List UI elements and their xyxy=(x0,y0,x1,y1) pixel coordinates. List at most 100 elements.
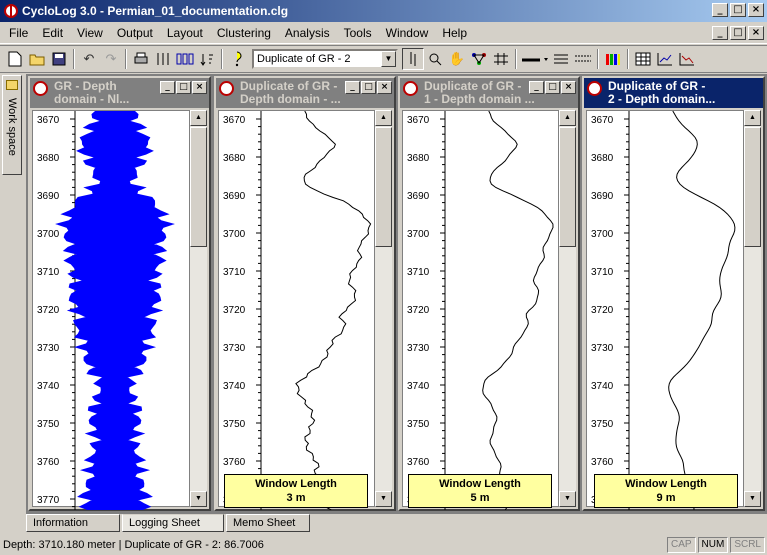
menu-output[interactable]: Output xyxy=(110,26,160,40)
tab-information[interactable]: Information xyxy=(26,514,120,532)
grid-tool-icon[interactable] xyxy=(490,48,512,70)
depth-tick-label: 3700 xyxy=(223,229,246,240)
toolbar-separator xyxy=(125,49,127,69)
line-style-icon[interactable] xyxy=(520,48,550,70)
scroll-down-button[interactable]: ▼ xyxy=(744,491,761,507)
window-titlebar[interactable]: GR - Depth domain - Nl... _ □ × xyxy=(30,78,209,108)
chart-down-icon[interactable] xyxy=(676,48,698,70)
app-icon[interactable] xyxy=(4,4,18,18)
menu-tools[interactable]: Tools xyxy=(337,26,379,40)
window-titlebar[interactable]: Duplicate of GR - Depth domain - ... _ □… xyxy=(216,78,394,108)
dash-style-icon[interactable] xyxy=(572,48,594,70)
pan-icon[interactable]: ✋ xyxy=(446,48,468,70)
log-window-dup-gr[interactable]: Duplicate of GR - Depth domain - ... _ □… xyxy=(214,76,396,511)
new-file-icon[interactable] xyxy=(4,48,26,70)
vertical-scrollbar[interactable]: ▲ ▼ xyxy=(190,110,207,507)
log-window-dup-gr-1[interactable]: Duplicate of GR - 1 - Depth domain ... _… xyxy=(398,76,580,511)
network-icon[interactable] xyxy=(468,48,490,70)
window-title-line2: 2 - Depth domain... xyxy=(608,92,716,106)
window-minimize-button[interactable]: _ xyxy=(160,81,175,94)
window-close-button[interactable]: × xyxy=(377,81,392,94)
chevron-down-icon[interactable]: ▼ xyxy=(381,51,396,67)
mdi-restore-button[interactable]: □ xyxy=(730,26,746,40)
depth-tick-label: 3700 xyxy=(407,229,430,240)
window-title-line2: Depth domain - ... xyxy=(240,92,341,106)
window-length-value: 5 m xyxy=(470,492,490,504)
depth-tick-label: 3670 xyxy=(407,115,430,126)
line-weight-icon[interactable] xyxy=(550,48,572,70)
window-titlebar[interactable]: Duplicate of GR - 1 - Depth domain ... _… xyxy=(400,78,578,108)
vertical-scrollbar[interactable]: ▲ ▼ xyxy=(559,110,576,507)
undo-icon[interactable]: ↶ xyxy=(78,48,100,70)
log-track[interactable]: 3670 3680 3690 3700 3710 3720 3730 3740 3750 3760… xyxy=(402,110,559,510)
table-icon[interactable] xyxy=(632,48,654,70)
sort-icon[interactable] xyxy=(196,48,218,70)
menu-clustering[interactable]: Clustering xyxy=(210,26,278,40)
log-track[interactable]: 3670 3680 3690 3700 3710 3720 3730 3740 3750 3760… xyxy=(586,110,744,510)
scroll-down-button[interactable]: ▼ xyxy=(559,491,576,507)
menu-help[interactable]: Help xyxy=(435,26,474,40)
status-bar: Depth: 3710.180 meter | Duplicate of GR … xyxy=(0,535,767,555)
depth-tick-label: 3680 xyxy=(223,153,246,164)
vertical-scrollbar[interactable]: ▲ ▼ xyxy=(744,110,761,507)
window-maximize-button[interactable]: □ xyxy=(545,81,560,94)
gr-fill-shape xyxy=(55,111,175,510)
scroll-up-button[interactable]: ▲ xyxy=(744,110,761,126)
scroll-thumb[interactable] xyxy=(375,127,392,247)
log-track[interactable]: 3670 3680 3690 3700 3710 3720 3730 3740 3750 3760… xyxy=(32,110,190,510)
mdi-minimize-button[interactable]: _ xyxy=(712,26,728,40)
redo-icon[interactable]: ↷ xyxy=(100,48,122,70)
scroll-down-button[interactable]: ▼ xyxy=(190,491,207,507)
close-button[interactable]: × xyxy=(748,3,764,17)
maximize-button[interactable]: □ xyxy=(730,3,746,17)
scroll-down-button[interactable]: ▼ xyxy=(375,491,392,507)
minimize-button[interactable]: _ xyxy=(712,3,728,17)
scroll-thumb[interactable] xyxy=(190,127,207,247)
help-icon[interactable] xyxy=(226,48,248,70)
depth-tick-label: 3760 xyxy=(407,457,430,468)
save-icon[interactable] xyxy=(48,48,70,70)
scroll-thumb[interactable] xyxy=(559,127,576,247)
depth-tick-label: 3750 xyxy=(223,419,246,430)
depth-tick-label: 3740 xyxy=(37,381,60,392)
log-track[interactable]: 3670 3680 3690 3700 3710 3720 3730 3740 3750 3760… xyxy=(218,110,375,510)
app-titlebar: CycloLog 3.0 - Permian_01_documentation.… xyxy=(0,0,767,22)
window-maximize-button[interactable]: □ xyxy=(361,81,376,94)
color-bars-icon[interactable] xyxy=(602,48,624,70)
menu-layout[interactable]: Layout xyxy=(160,26,210,40)
zoom-icon[interactable] xyxy=(424,48,446,70)
depth-tick-label: 3720 xyxy=(407,305,430,316)
log-selector[interactable]: Duplicate of GR - 2 ▼ xyxy=(252,49,398,69)
menu-view[interactable]: View xyxy=(70,26,110,40)
workspace-tab[interactable]: Work space xyxy=(2,75,22,175)
log-window-gr-depth[interactable]: GR - Depth domain - Nl... _ □ × 3670 3680… xyxy=(28,76,211,511)
scroll-up-button[interactable]: ▲ xyxy=(559,110,576,126)
columns-icon[interactable] xyxy=(174,48,196,70)
tab-memo-sheet[interactable]: Memo Sheet xyxy=(226,514,310,532)
log-window-dup-gr-2[interactable]: Duplicate of GR - 2 - Depth domain... 36… xyxy=(582,76,765,511)
track-layout-icon[interactable] xyxy=(152,48,174,70)
menu-window[interactable]: Window xyxy=(379,26,436,40)
window-titlebar[interactable]: Duplicate of GR - 2 - Depth domain... xyxy=(584,78,763,108)
menu-file[interactable]: File xyxy=(2,26,35,40)
window-close-button[interactable]: × xyxy=(192,81,207,94)
open-folder-icon[interactable] xyxy=(26,48,48,70)
vertical-scrollbar[interactable]: ▲ ▼ xyxy=(375,110,392,507)
chart-up-icon[interactable] xyxy=(654,48,676,70)
scroll-up-button[interactable]: ▲ xyxy=(190,110,207,126)
window-title-line2: domain - Nl... xyxy=(54,92,130,106)
window-minimize-button[interactable]: _ xyxy=(529,81,544,94)
window-minimize-button[interactable]: _ xyxy=(345,81,360,94)
menu-analysis[interactable]: Analysis xyxy=(278,26,337,40)
window-length-value: 9 m xyxy=(656,492,676,504)
mdi-close-button[interactable]: × xyxy=(748,26,764,40)
window-length-label: Window Length xyxy=(439,478,521,490)
print-icon[interactable] xyxy=(130,48,152,70)
scroll-up-button[interactable]: ▲ xyxy=(375,110,392,126)
select-tool-icon[interactable] xyxy=(402,48,424,70)
window-maximize-button[interactable]: □ xyxy=(176,81,191,94)
tab-logging-sheet[interactable]: Logging Sheet xyxy=(122,514,224,532)
menu-edit[interactable]: Edit xyxy=(35,26,70,40)
scroll-thumb[interactable] xyxy=(744,127,761,247)
window-close-button[interactable]: × xyxy=(561,81,576,94)
